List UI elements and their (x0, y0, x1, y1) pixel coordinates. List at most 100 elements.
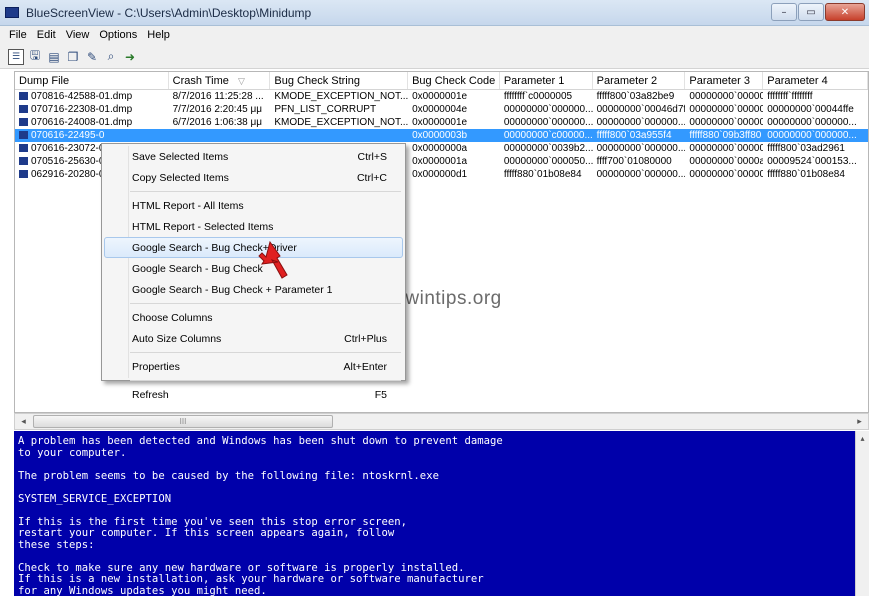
save-icon[interactable]: 🖫 (27, 48, 43, 65)
find-icon[interactable]: ⌕ (103, 49, 119, 65)
context-menu-item[interactable]: Google Search - Bug Check (104, 258, 403, 279)
cell-text: 0x000000d1 (412, 169, 468, 180)
cell-text: 00000000`0039b2... (503, 143, 593, 154)
context-menu-item[interactable]: Auto Size Columns Ctrl+Plus (104, 328, 403, 349)
cell-parameter-2: fffff800`03a955f4 (593, 129, 686, 142)
pointer-arrow-icon (258, 240, 288, 279)
properties-icon[interactable]: ☰ (8, 48, 24, 65)
bsod-paragraph: If this is the first time you've seen th… (18, 515, 408, 551)
cell-text: 00000000`000000... (689, 169, 763, 180)
cell-dump-file: 070716-22308-01.dmp (15, 103, 169, 116)
cell-parameter-2: 00000000`000000... (593, 116, 686, 129)
dump-file-icon (19, 157, 28, 165)
cell-text: 00000000`000000... (596, 117, 686, 128)
scroll-left-icon[interactable]: ◂ (15, 414, 32, 429)
vertical-scrollbar[interactable]: ▴ (855, 431, 869, 596)
bsod-paragraph: Check to make sure any new hardware or s… (18, 561, 484, 596)
context-menu-item[interactable]: HTML Report - Selected Items (104, 216, 403, 237)
context-menu: Save Selected Items Ctrl+S Copy Selected I… (101, 143, 406, 401)
column-header-crash-time[interactable]: Crash Time ▽ (169, 72, 271, 89)
cell-text: PFN_LIST_CORRUPT (274, 104, 377, 115)
menu-item-shortcut: Alt+Enter (343, 360, 387, 373)
title-bar: BlueScreenView - C:\Users\Admin\Desktop\… (0, 0, 869, 26)
horizontal-scrollbar[interactable]: ◂ III ▸ (14, 413, 869, 430)
table-row[interactable]: 070616-24008-01.dmp 6/7/2016 1:06:38 μμ KM… (15, 116, 868, 129)
cell-text: 00000000`000000... (596, 169, 686, 180)
window-controls: – ▭ ✕ (771, 3, 865, 21)
cell-parameter-4: ffffffff`ffffffff (763, 90, 868, 103)
menu-separator (130, 352, 401, 353)
cell-parameter-1: ffffffff`c0000005 (500, 90, 593, 103)
html-report-icon[interactable]: ▤ (46, 49, 62, 65)
cell-bug-check-string: PFN_LIST_CORRUPT (270, 103, 408, 116)
menu-options[interactable]: Options (94, 26, 142, 45)
cell-text: 00000000`0000ad... (689, 156, 763, 167)
column-header-parameter-4[interactable]: Parameter 4 (763, 72, 868, 89)
maximize-button[interactable]: ▭ (798, 3, 824, 21)
menu-view[interactable]: View (61, 26, 95, 45)
cell-parameter-3: 00000000`0000ad... (685, 155, 763, 168)
menu-item-shortcut: Ctrl+C (356, 171, 387, 184)
list-header: Dump File Crash Time ▽ Bug Check String … (15, 72, 868, 90)
context-menu-item[interactable]: Google Search - Bug Check+Driver (104, 237, 403, 258)
copy-icon[interactable]: ❐ (65, 49, 81, 65)
menu-item-label: Refresh (132, 388, 169, 401)
cell-parameter-1: 00000000`000000... (500, 116, 593, 129)
context-menu-item[interactable]: Save Selected Items Ctrl+S (104, 146, 403, 167)
cell-text: 070716-22308-01.dmp (31, 104, 133, 115)
cell-text: 00009524`000153... (767, 156, 857, 167)
cell-text: 00000000`00046d7f (596, 104, 686, 115)
close-button[interactable]: ✕ (825, 3, 865, 21)
cell-text: 070816-42588-01.dmp (31, 91, 133, 102)
context-menu-item[interactable]: HTML Report - All Items (104, 195, 403, 216)
cell-text: 070516-25630-0 (31, 156, 105, 167)
cell-text: 00000000`000000... (689, 117, 763, 128)
cell-text: 00000000`000000... (596, 143, 686, 154)
menu-edit[interactable]: Edit (32, 26, 61, 45)
dump-file-icon (19, 144, 28, 152)
sort-indicator-icon: ▽ (237, 76, 245, 86)
column-header-parameter-2[interactable]: Parameter 2 (593, 72, 686, 89)
options-icon[interactable]: ✎ (84, 49, 100, 65)
context-menu-item[interactable]: Choose Columns (104, 307, 403, 328)
menu-item-label: HTML Report - All Items (132, 199, 244, 212)
column-header-dump-file[interactable]: Dump File (15, 72, 169, 89)
cell-parameter-3: 00000000`000000... (685, 168, 763, 181)
context-menu-item[interactable]: Google Search - Bug Check + Parameter 1 (104, 279, 403, 300)
cell-text: 0x0000000a (412, 143, 468, 154)
cell-text: 00000000`c00000... (503, 130, 593, 141)
menu-help[interactable]: Help (142, 26, 175, 45)
cell-parameter-2: fffff800`03a82be9 (593, 90, 686, 103)
cell-text: 0x0000004e (412, 104, 468, 115)
column-header-parameter-1[interactable]: Parameter 1 (500, 72, 593, 89)
context-menu-item[interactable]: Refresh F5 (104, 384, 403, 405)
cell-text: fffff880`09b3ff80 (689, 130, 762, 141)
table-row[interactable]: 070816-42588-01.dmp 8/7/2016 11:25:28 ...… (15, 90, 868, 103)
context-menu-item[interactable]: Properties Alt+Enter (104, 356, 403, 377)
cell-text: 00000000`000000... (689, 104, 763, 115)
cell-text: 0x0000001e (412, 91, 468, 102)
menu-file[interactable]: File (4, 26, 32, 45)
cell-parameter-4: 00009524`000153... (763, 155, 868, 168)
column-header-bug-check-string[interactable]: Bug Check String (270, 72, 409, 89)
context-menu-item[interactable]: Copy Selected Items Ctrl+C (104, 167, 403, 188)
cell-bug-check-code: 0x0000001a (408, 155, 500, 168)
scroll-right-icon[interactable]: ▸ (851, 414, 868, 429)
scroll-up-icon[interactable]: ▴ (856, 431, 869, 443)
column-header-parameter-3[interactable]: Parameter 3 (685, 72, 764, 89)
table-row[interactable]: 070716-22308-01.dmp 7/7/2016 2:20:45 μμ PF… (15, 103, 868, 116)
cell-text: 00000000`000000... (689, 143, 763, 154)
column-header-bug-check-code[interactable]: Bug Check Code (408, 72, 500, 89)
table-row[interactable]: 070616-22495-0 0x0000003b 00000000`c00000.… (15, 129, 868, 142)
cell-bug-check-code: 0x0000004e (408, 103, 500, 116)
cell-bug-check-code: 0x0000001e (408, 116, 500, 129)
dump-file-icon (19, 170, 28, 178)
exit-icon[interactable]: ➜ (122, 49, 138, 65)
minimize-button[interactable]: – (771, 3, 797, 21)
cell-parameter-1: 00000000`000000... (500, 103, 593, 116)
cell-crash-time: 8/7/2016 11:25:28 ... (169, 90, 271, 103)
cell-parameter-4: 00000000`000000... (763, 129, 868, 142)
cell-parameter-3: 00000000`000000... (685, 103, 763, 116)
cell-dump-file: 070616-24008-01.dmp (15, 116, 169, 129)
scroll-thumb[interactable]: III (33, 415, 333, 428)
